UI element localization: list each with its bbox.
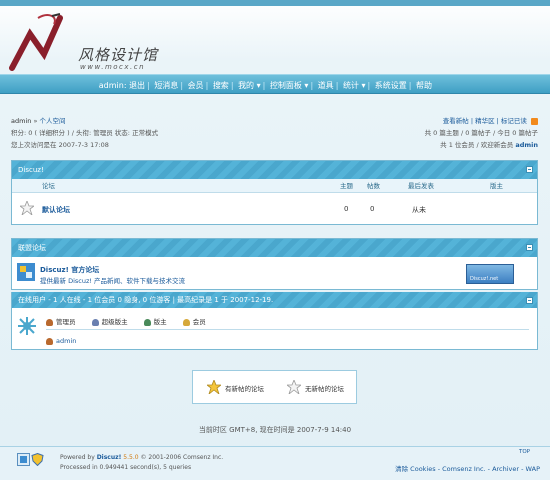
nav-help[interactable]: 帮助: [416, 81, 432, 90]
forum-name-link[interactable]: 默认论坛: [42, 205, 70, 215]
nav-members[interactable]: 会员: [188, 81, 204, 90]
discuz-badge-icon[interactable]: [17, 453, 30, 466]
links-title: 联盟论坛: [18, 244, 46, 252]
collapse-icon[interactable]: [526, 297, 533, 304]
logo-title: 风格设计馆: [78, 46, 159, 64]
forum-row: 默认论坛 0 0 从未: [12, 193, 537, 225]
banner-text: Discuz!.net: [470, 276, 499, 282]
board-stats-line: 共 0 篇主题 / 0 篇帖子 / 今日 0 篇帖子: [424, 129, 538, 137]
new-member-link[interactable]: admin: [515, 141, 538, 149]
legend-admin: 管理员: [56, 318, 76, 326]
link-description: 提供最新 Discuz! 产品新闻、软件下载与技术交流: [40, 277, 186, 285]
top-strip: [0, 0, 550, 6]
link-title[interactable]: Discuz! 官方论坛: [40, 265, 99, 275]
col-posts: 帖数: [367, 182, 380, 190]
forum-last-post: 从未: [412, 206, 426, 214]
logo-subtitle: www.mocx.cn: [80, 63, 146, 71]
nav-menu: admin: 退出 | 短消息 | 会员 | 搜索 | 我的 ▾ | 控制面板 ▾ | 道具…: [98, 81, 432, 90]
personal-space-link[interactable]: 个人空间: [40, 117, 66, 125]
forum-category-box: Discuz! 论坛 主题 帖数 最后发表 版主 默认论坛 0 0 从未: [11, 160, 538, 225]
discuz-brand-link[interactable]: Discuz!: [97, 454, 122, 461]
online-user-link[interactable]: admin: [56, 337, 76, 345]
links-header: 联盟论坛: [12, 239, 537, 257]
super-mod-icon: [91, 318, 99, 326]
nav-control-panel[interactable]: 控制面板 ▾: [270, 81, 309, 90]
processed-info: Processed in 0.949441 second(s), 5 queri…: [60, 464, 192, 471]
nav-stats[interactable]: 统计 ▾: [343, 81, 366, 90]
divider: [46, 329, 529, 330]
user-panel: admin » 个人空间 积分: 0 ( 详细积分 ) / 头衔: 管理员 状态…: [11, 115, 211, 151]
forum-old-icon: [287, 380, 301, 394]
rss-icon[interactable]: [531, 117, 538, 125]
board-stats-panel: 查看新帖 | 精华区 | 标记已读 共 0 篇主题 / 0 篇帖子 / 今日 0…: [338, 115, 538, 151]
discuz-version: 5.5.0: [123, 454, 139, 461]
page-footer: TOP Powered by Discuz! 5.5.0 © 2001-2006…: [0, 446, 550, 480]
footer-links[interactable]: 清除 Cookies - Comsenz Inc. - Archiver - W…: [395, 463, 540, 473]
mod-icon: [143, 318, 151, 326]
timezone-line: 当前时区 GMT+8, 现在时间是 2007-7-9 14:40: [198, 426, 352, 434]
nav-search[interactable]: 搜索: [213, 81, 229, 90]
online-header[interactable]: 在线用户 - 1 人在线 - 1 位会员 0 隐身, 0 位游客 | 最高纪录是…: [12, 292, 537, 308]
collapse-icon[interactable]: [526, 166, 533, 173]
site-logo[interactable]: 风格设计馆 www.mocx.cn: [8, 10, 178, 72]
user-credits-line: 积分: 0 ( 详细积分 ) / 头衔: 管理员 状态: 正常模式: [11, 129, 159, 137]
top-navbar: admin: 退出 | 短消息 | 会员 | 搜索 | 我的 ▾ | 控制面板 ▾ | 道具…: [0, 74, 550, 94]
user-name: admin: [11, 117, 32, 125]
nav-logout[interactable]: 退出: [129, 81, 145, 90]
discuz-banner[interactable]: Discuz!.net: [466, 264, 514, 284]
footer-credits: Powered by Discuz! 5.5.0 © 2001-2006 Com…: [60, 453, 223, 473]
legend-member: 会员: [192, 318, 206, 326]
nav-tools[interactable]: 道具: [318, 81, 334, 90]
category-header: Discuz!: [12, 161, 537, 179]
col-forum: 论坛: [42, 182, 55, 190]
nav-my[interactable]: 我的 ▾: [238, 81, 261, 90]
last-visit-line: 您上次访问是在 2007-7-3 17:08: [11, 141, 109, 149]
nav-messages[interactable]: 短消息: [154, 81, 178, 90]
forum-new-icon: [207, 380, 221, 394]
copyright: © 2001-2006 Comsenz Inc.: [140, 454, 224, 461]
discuz-logo-icon: [17, 263, 35, 281]
forum-post-count: 0: [370, 205, 375, 213]
online-users-icon: [18, 317, 36, 335]
member-icon: [182, 318, 190, 326]
col-topics: 主题: [340, 182, 353, 190]
back-to-top-link[interactable]: TOP: [519, 449, 530, 455]
nav-system-settings[interactable]: 系统设置: [375, 81, 407, 90]
online-users-box: 在线用户 - 1 人在线 - 1 位会员 0 隐身, 0 位游客 | 最高纪录是…: [11, 292, 538, 350]
user-group-legend: 管理员 超级版主 版主 会员: [46, 316, 220, 326]
legend-no-new-posts: 无新帖的论坛: [305, 385, 344, 393]
forum-icon-legend: 有新帖的论坛 无新帖的论坛: [192, 370, 357, 404]
collapse-icon[interactable]: [526, 244, 533, 251]
logo-mark-icon: [9, 13, 63, 71]
category-title[interactable]: Discuz!: [18, 166, 44, 174]
legend-super-mod: 超级版主: [101, 318, 128, 326]
forum-no-new-icon: [20, 201, 34, 215]
nav-username[interactable]: admin:: [99, 81, 127, 90]
col-moderators: 版主: [490, 182, 503, 190]
user-admin-icon: [46, 337, 53, 345]
link-row: Discuz! 官方论坛 提供最新 Discuz! 产品新闻、软件下载与技术交流…: [12, 257, 537, 290]
member-stats-line: 共 1 位会员 / 欢迎新会员: [440, 141, 514, 149]
admin-icon: [46, 318, 53, 326]
online-header-text: 在线用户 - 1 人在线 - 1 位会员 0 隐身, 0 位游客 | 最高纪录是…: [18, 296, 274, 304]
col-last-post: 最后发表: [408, 182, 434, 190]
forum-topic-count: 0: [344, 205, 349, 213]
forum-links-box: 联盟论坛 Discuz! 官方论坛 提供最新 Discuz! 产品新闻、软件下载…: [11, 238, 538, 290]
forum-table-header: 论坛 主题 帖数 最后发表 版主: [12, 179, 537, 193]
online-user: admin: [46, 337, 76, 345]
legend-new-posts: 有新帖的论坛: [225, 385, 264, 393]
legend-mod: 版主: [153, 318, 167, 326]
quick-links[interactable]: 查看新帖 | 精华区 | 标记已读: [443, 117, 527, 125]
powered-prefix: Powered by: [60, 454, 95, 461]
security-shield-icon[interactable]: [31, 453, 44, 466]
